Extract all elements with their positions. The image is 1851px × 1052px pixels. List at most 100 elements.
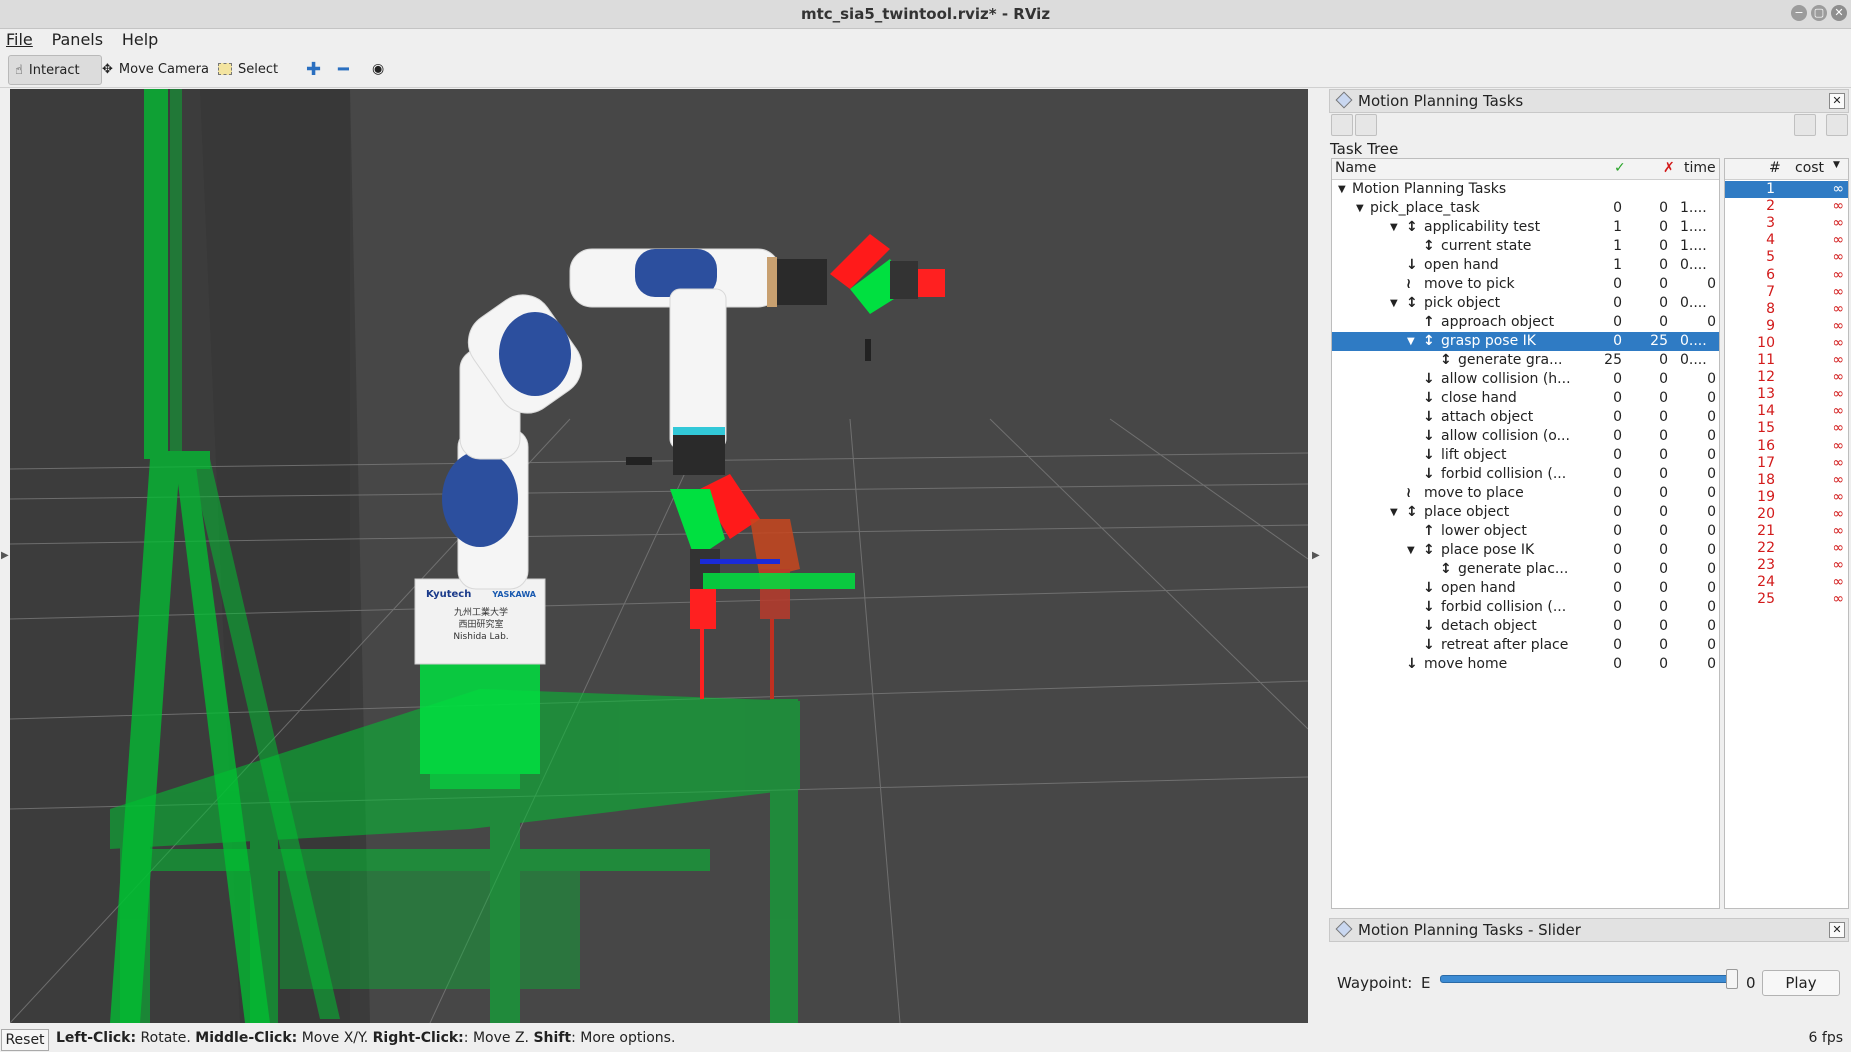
task-row[interactable]: ↓ forbid collision (... 0 0 0 xyxy=(1332,465,1719,484)
solution-row[interactable]: 14 ∞ xyxy=(1725,403,1848,420)
task-row[interactable]: ↓ lift object 0 0 0 xyxy=(1332,446,1719,465)
right-splitter-arrow-icon[interactable]: ▶ xyxy=(1312,550,1320,561)
left-splitter-arrow-icon[interactable]: ▶ xyxy=(1,550,9,561)
select-button[interactable]: Select xyxy=(212,55,284,83)
task-time-count: 0 xyxy=(1707,371,1716,387)
solution-cost: ∞ xyxy=(1832,437,1844,454)
solution-row[interactable]: 16 ∞ xyxy=(1725,438,1848,455)
close-panel-icon[interactable]: ✕ xyxy=(1829,922,1845,938)
remove-tool-icon[interactable]: ━ xyxy=(332,55,355,83)
solution-row[interactable]: 17 ∞ xyxy=(1725,455,1848,472)
task-name: Motion Planning Tasks xyxy=(1352,181,1507,197)
remove-task-icon[interactable] xyxy=(1794,114,1816,136)
close-icon[interactable]: ✕ xyxy=(1831,5,1847,21)
task-fail-count: 0 xyxy=(1659,561,1668,577)
play-button[interactable]: Play xyxy=(1762,970,1840,996)
solution-row[interactable]: 7 ∞ xyxy=(1725,284,1848,301)
task-row[interactable]: ↓ detach object 0 0 0 xyxy=(1332,617,1719,636)
task-name: generate gra... xyxy=(1458,352,1563,368)
solution-row[interactable]: 5 ∞ xyxy=(1725,249,1848,266)
expand-arrow-icon[interactable]: ▼ xyxy=(1407,541,1415,560)
solution-row[interactable]: 8 ∞ xyxy=(1725,301,1848,318)
solution-row[interactable]: 18 ∞ xyxy=(1725,472,1848,489)
solution-row[interactable]: 4 ∞ xyxy=(1725,232,1848,249)
solution-row[interactable]: 19 ∞ xyxy=(1725,489,1848,506)
solution-row[interactable]: 11 ∞ xyxy=(1725,352,1848,369)
maximize-icon[interactable]: ▢ xyxy=(1811,5,1827,21)
expand-arrow-icon[interactable]: ▼ xyxy=(1390,294,1398,313)
close-panel-icon[interactable]: ✕ xyxy=(1829,93,1845,109)
solution-row[interactable]: 10 ∞ xyxy=(1725,335,1848,352)
solution-row[interactable]: 2 ∞ xyxy=(1725,198,1848,215)
expand-arrow-icon[interactable]: ▼ xyxy=(1356,199,1364,218)
task-row[interactable]: ↓ move home 0 0 0 xyxy=(1332,655,1719,674)
task-ok-count: 0 xyxy=(1613,276,1622,292)
task-row[interactable]: ↑ approach object 0 0 0 xyxy=(1332,313,1719,332)
task-row[interactable]: ▼ pick_place_task 0 0 1.... xyxy=(1332,199,1719,218)
solution-row[interactable]: 6 ∞ xyxy=(1725,267,1848,284)
solution-row[interactable]: 21 ∞ xyxy=(1725,523,1848,540)
task-row[interactable]: ≀ move to pick 0 0 0 xyxy=(1332,275,1719,294)
task-row[interactable]: ▼ Motion Planning Tasks xyxy=(1332,180,1719,199)
task-row[interactable]: ▼ ↕ applicability test 1 0 1.... xyxy=(1332,218,1719,237)
solution-cost: ∞ xyxy=(1832,471,1844,488)
menu-help[interactable]: Help xyxy=(116,29,158,51)
settings-gear-icon[interactable] xyxy=(1355,114,1377,136)
expand-arrow-icon[interactable]: ▼ xyxy=(1338,180,1346,199)
waypoint-slider-track[interactable] xyxy=(1440,975,1734,983)
solution-row[interactable]: 24 ∞ xyxy=(1725,574,1848,591)
task-row[interactable]: ≀ move to place 0 0 0 xyxy=(1332,484,1719,503)
solution-row[interactable]: 22 ∞ xyxy=(1725,540,1848,557)
task-row[interactable]: ↓ open hand 0 0 0 xyxy=(1332,579,1719,598)
task-row[interactable]: ▼ ↕ grasp pose IK 0 25 0.... xyxy=(1332,332,1719,351)
stage-type-icon: ↕ xyxy=(1440,352,1452,368)
expand-arrow-icon[interactable]: ▼ xyxy=(1390,503,1398,522)
solution-row[interactable]: 23 ∞ xyxy=(1725,557,1848,574)
task-row[interactable]: ▼ ↕ pick object 0 0 0.... xyxy=(1332,294,1719,313)
solutions-header: # cost ▼ xyxy=(1725,159,1848,180)
solution-row[interactable]: 12 ∞ xyxy=(1725,369,1848,386)
add-tool-icon[interactable]: ✚ xyxy=(300,55,327,83)
minimize-icon[interactable]: − xyxy=(1791,5,1807,21)
task-row[interactable]: ↕ current state 1 0 1.... xyxy=(1332,237,1719,256)
task-row[interactable]: ↕ generate gra... 25 0 0.... xyxy=(1332,351,1719,370)
reset-button[interactable]: Reset xyxy=(1,1029,49,1051)
expand-arrow-icon[interactable]: ▼ xyxy=(1390,218,1398,237)
solution-row[interactable]: 25 ∞ xyxy=(1725,591,1848,608)
view-eye-icon[interactable]: ◉ xyxy=(366,55,390,83)
stage-type-icon: ↓ xyxy=(1423,390,1435,406)
solution-cost: ∞ xyxy=(1832,488,1844,505)
task-row[interactable]: ↓ allow collision (o... 0 0 0 xyxy=(1332,427,1719,446)
task-tree[interactable]: Name ✓ ✗ time ▼ Motion Planning Tasks ▼ pic… xyxy=(1331,158,1720,909)
task-row[interactable]: ↓ allow collision (h... 0 0 0 xyxy=(1332,370,1719,389)
task-row[interactable]: ▼ ↕ place pose IK 0 0 0 xyxy=(1332,541,1719,560)
solution-row[interactable]: 1 ∞ xyxy=(1725,181,1848,198)
add-task-icon[interactable] xyxy=(1826,114,1848,136)
task-row[interactable]: ↓ retreat after place 0 0 0 xyxy=(1332,636,1719,655)
interact-button[interactable]: ☝ Interact xyxy=(8,55,102,85)
fps-counter: 6 fps xyxy=(1808,1030,1843,1046)
solutions-table[interactable]: # cost ▼ 1 ∞ 2 ∞ 3 ∞ 4 ∞ 5 ∞ 6 ∞ 7 ∞ 8 ∞ 9 ∞ 10 ∞ 11 ∞ 12 ∞ 13 ∞ 1… xyxy=(1724,158,1849,909)
solution-row[interactable]: 3 ∞ xyxy=(1725,215,1848,232)
task-time-count: 0 xyxy=(1707,561,1716,577)
solution-row[interactable]: 9 ∞ xyxy=(1725,318,1848,335)
expand-arrow-icon[interactable]: ▼ xyxy=(1407,332,1415,351)
solution-row[interactable]: 13 ∞ xyxy=(1725,386,1848,403)
move-camera-button[interactable]: ✥ Move Camera xyxy=(96,55,215,83)
menu-file[interactable]: File xyxy=(0,29,33,51)
task-row[interactable]: ↓ open hand 1 0 0.... xyxy=(1332,256,1719,275)
task-row[interactable]: ↓ attach object 0 0 0 xyxy=(1332,408,1719,427)
task-row[interactable]: ↑ lower object 0 0 0 xyxy=(1332,522,1719,541)
task-row[interactable]: ↕ generate plac... 0 0 0 xyxy=(1332,560,1719,579)
task-row[interactable]: ↓ forbid collision (... 0 0 0 xyxy=(1332,598,1719,617)
solution-row[interactable]: 15 ∞ xyxy=(1725,420,1848,437)
menu-panels[interactable]: Panels xyxy=(46,29,104,51)
task-row[interactable]: ▼ ↕ place object 0 0 0 xyxy=(1332,503,1719,522)
task-row[interactable]: ↓ close hand 0 0 0 xyxy=(1332,389,1719,408)
task-fail-count: 0 xyxy=(1659,542,1668,558)
solution-row[interactable]: 20 ∞ xyxy=(1725,506,1848,523)
stage-type-icon: ↑ xyxy=(1423,314,1435,330)
3d-viewport[interactable]: Kyutech YASKAWA 九州工業大学 西田研究室 Nishida Lab… xyxy=(10,89,1308,1023)
edit-icon[interactable] xyxy=(1331,114,1353,136)
waypoint-slider-handle[interactable] xyxy=(1726,969,1738,989)
